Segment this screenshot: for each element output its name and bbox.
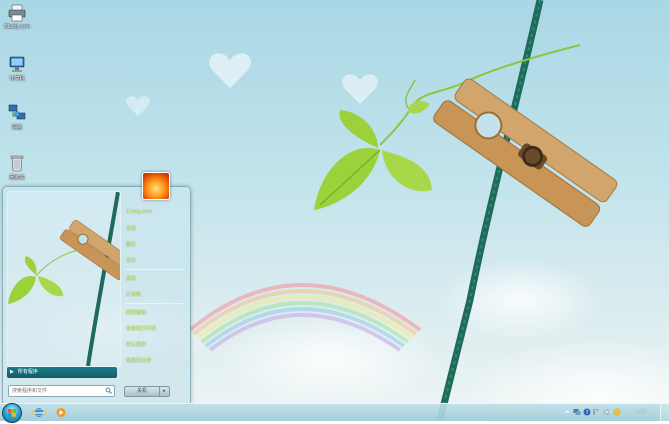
show-desktop-button[interactable] <box>660 404 669 421</box>
windows-logo-icon <box>8 409 16 417</box>
volume-tray-icon[interactable] <box>603 408 611 416</box>
heart-shape <box>342 74 378 104</box>
menu-item-control-panel[interactable]: 控制面板 <box>126 309 146 316</box>
menu-item-default-programs[interactable]: 默认程序 <box>126 341 146 348</box>
taskbar-clock[interactable]: 4:25 <box>636 409 647 415</box>
menu-item-computer[interactable]: 计算机 <box>126 291 141 298</box>
input-method-tray-icon[interactable] <box>613 408 621 416</box>
taskbar-media-player-button[interactable] <box>50 405 72 420</box>
menu-divider <box>125 303 185 304</box>
desktop-icon-computer[interactable]: 计算机 <box>2 55 32 82</box>
printer-icon <box>8 4 26 22</box>
desktop-icon-network[interactable]: 网络 <box>2 104 32 131</box>
desktop-icon-label: 回收站 <box>9 175 25 181</box>
programs-pane-art <box>8 192 120 366</box>
menu-item-pictures[interactable]: 图片 <box>126 241 136 248</box>
rainbow <box>188 283 422 352</box>
flag-tray-icon[interactable] <box>593 408 601 416</box>
leaf <box>408 100 430 114</box>
shutdown-options-button[interactable]: ▸ <box>159 386 170 397</box>
menu-item-devices-printers[interactable]: 设备和打印机 <box>126 325 156 332</box>
menu-item-documents[interactable]: 文档 <box>126 225 136 232</box>
start-button[interactable] <box>2 403 22 423</box>
leaf <box>314 148 380 210</box>
arrow-right-icon: ▶ <box>10 369 14 375</box>
all-programs-button[interactable]: ▶ 所有程序 <box>7 367 117 378</box>
desktop-icon-website[interactable]: 51obj.com <box>2 4 32 30</box>
recycle-bin-icon <box>8 154 26 172</box>
show-hidden-icons-button[interactable] <box>563 408 571 416</box>
computer-icon <box>8 55 26 73</box>
all-programs-label: 所有程序 <box>17 369 38 375</box>
network-tray-icon[interactable] <box>573 408 581 416</box>
menu-divider <box>125 269 185 270</box>
start-menu: ▶所有程序 51obj.com 文档 图片 音乐 游戏 计算机 控制面板 设备和… <box>2 186 191 404</box>
start-menu-programs-pane[interactable] <box>7 191 121 367</box>
taskbar-ie-button[interactable] <box>28 405 50 420</box>
desktop-icon-label: 计算机 <box>9 76 25 82</box>
start-search-box[interactable] <box>8 385 115 397</box>
internet-explorer-icon <box>31 408 47 417</box>
taskbar: ? 4:25 <box>0 403 669 423</box>
menu-item-website[interactable]: 51obj.com <box>126 209 152 215</box>
menu-item-games[interactable]: 游戏 <box>126 275 136 282</box>
system-tray: ? 4:25 <box>559 404 669 421</box>
clothespin <box>433 78 618 227</box>
leaf <box>382 150 432 192</box>
desktop-icon-label: 网络 <box>11 125 22 131</box>
help-tray-icon[interactable]: ? <box>583 408 591 416</box>
menu-item-music[interactable]: 音乐 <box>126 257 136 264</box>
user-avatar[interactable] <box>142 172 170 200</box>
media-player-icon <box>56 408 66 417</box>
network-icon <box>8 104 26 122</box>
desktop-icon-label: 51obj.com <box>3 24 31 30</box>
svg-text:?: ? <box>586 410 589 416</box>
heart-shape <box>126 96 150 116</box>
desktop-icon-recycle-bin[interactable]: 回收站 <box>2 154 32 181</box>
search-icon[interactable] <box>105 387 112 398</box>
shutdown-button[interactable]: 关机 <box>124 386 160 397</box>
menu-item-help-support[interactable]: 帮助和支持 <box>126 357 151 364</box>
leaf <box>339 110 378 148</box>
search-input[interactable] <box>9 386 102 396</box>
heart-shape <box>209 53 251 88</box>
